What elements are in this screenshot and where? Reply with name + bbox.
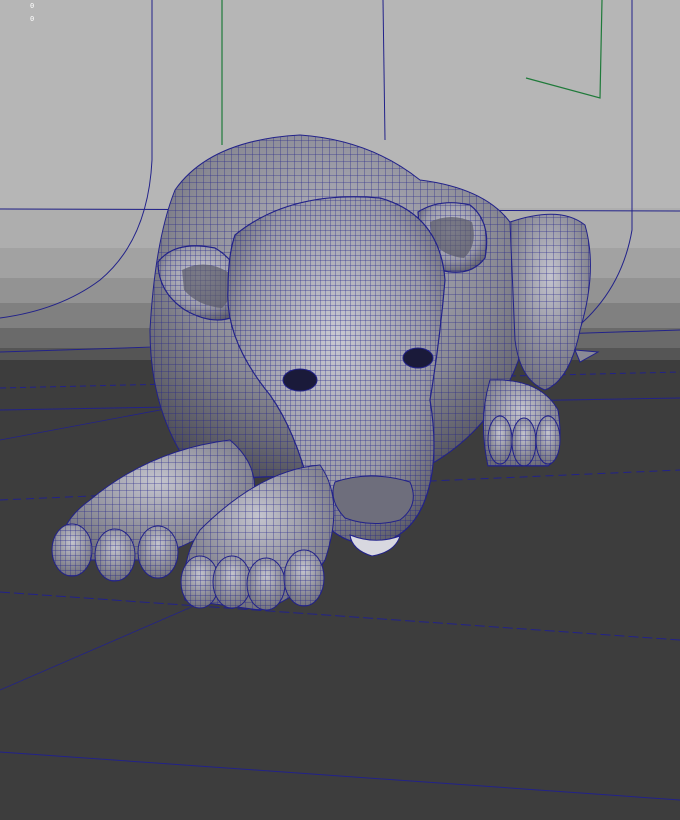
rear-paw-toes: [487, 415, 561, 467]
left-paw-toes: [51, 523, 179, 582]
hud-value: 0: [30, 2, 35, 10]
left-eye-icon: [282, 368, 318, 392]
nose-mesh: [332, 475, 414, 524]
hud-value: 0: [30, 15, 35, 23]
right-eye-icon: [402, 347, 434, 369]
viewport-canvas[interactable]: [0, 0, 680, 820]
maya-viewport[interactable]: 0 0: [0, 0, 680, 820]
viewport-hud: 0 0: [30, 0, 34, 26]
